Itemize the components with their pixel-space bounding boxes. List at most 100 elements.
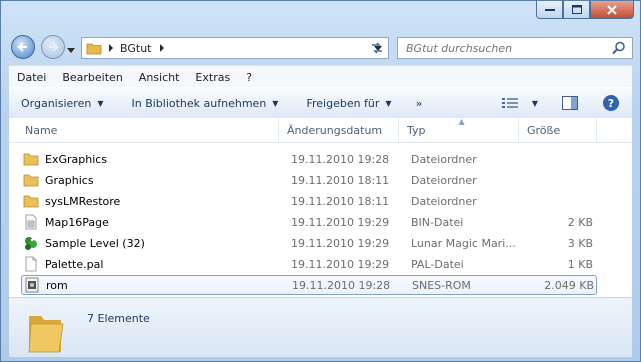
search-box[interactable] bbox=[397, 37, 633, 59]
file-size: 1 KB bbox=[567, 257, 593, 271]
menu-help[interactable]: ? bbox=[238, 71, 260, 84]
organize-label: Organisieren bbox=[21, 96, 92, 110]
file-date: 19.11.2010 19:28 bbox=[291, 152, 390, 166]
menu-file[interactable]: Datei bbox=[9, 71, 54, 84]
help-button[interactable]: ? bbox=[590, 94, 632, 112]
list-item[interactable]: ExGraphics 19.11.2010 19:28 Dateiordner bbox=[21, 149, 597, 169]
more-commands-button[interactable]: » bbox=[404, 97, 435, 110]
document-icon bbox=[25, 256, 37, 272]
caption-buttons bbox=[536, 1, 634, 19]
list-item[interactable]: Sample Level (32) 19.11.2010 19:29 Lunar… bbox=[21, 233, 597, 253]
column-date-label: Änderungsdatum bbox=[287, 123, 383, 137]
share-button[interactable]: Freigeben für ▼ bbox=[294, 97, 403, 110]
column-size[interactable]: Größe bbox=[519, 118, 597, 142]
folder-large-icon bbox=[28, 316, 64, 353]
search-input[interactable] bbox=[398, 40, 608, 56]
close-button[interactable] bbox=[590, 1, 634, 19]
address-bar-area: BGtut bbox=[9, 29, 633, 63]
list-item[interactable]: Map16Page 19.11.2010 19:29 BIN-Datei 2 K… bbox=[21, 212, 597, 232]
list-item[interactable]: Palette.pal 19.11.2010 19:29 PAL-Datei 1… bbox=[21, 254, 597, 274]
file-size: 2.049 KB bbox=[544, 278, 594, 292]
view-options-button[interactable]: ▼ bbox=[490, 97, 550, 109]
column-headers: Name Änderungsdatum ▲ Typ Größe bbox=[9, 117, 632, 143]
command-bar: Organisieren ▼ In Bibliothek aufnehmen ▼ F… bbox=[9, 87, 632, 119]
file-size: 3 KB bbox=[567, 236, 593, 250]
back-arrow-icon bbox=[17, 42, 27, 52]
search-icon[interactable] bbox=[612, 41, 626, 55]
column-date[interactable]: Änderungsdatum bbox=[279, 118, 399, 142]
file-type: Lunar Magic Mari... bbox=[411, 236, 516, 250]
file-name: Map16Page bbox=[45, 215, 109, 229]
details-pane: 7 Elemente bbox=[9, 297, 632, 357]
file-date: 19.11.2010 18:11 bbox=[291, 173, 390, 187]
chevron-down-icon: ▼ bbox=[385, 98, 392, 108]
file-type: BIN-Datei bbox=[411, 215, 464, 229]
breadcrumb-item[interactable]: BGtut bbox=[120, 42, 151, 55]
menu-edit[interactable]: Bearbeiten bbox=[54, 71, 130, 84]
file-date: 19.11.2010 18:11 bbox=[291, 194, 390, 208]
file-name: Graphics bbox=[45, 173, 94, 187]
file-type: Dateiordner bbox=[411, 194, 477, 208]
file-name: ExGraphics bbox=[45, 152, 108, 166]
forward-button[interactable] bbox=[41, 35, 65, 59]
folder-icon bbox=[23, 174, 39, 187]
file-type: PAL-Datei bbox=[411, 257, 464, 271]
refresh-button[interactable] bbox=[365, 38, 389, 58]
rom-file-icon bbox=[25, 277, 39, 293]
column-name-label: Name bbox=[25, 123, 58, 137]
address-field[interactable]: BGtut bbox=[81, 37, 389, 59]
folder-icon bbox=[86, 43, 102, 55]
chevron-down-icon: ▼ bbox=[97, 98, 104, 108]
preview-pane-button[interactable] bbox=[550, 96, 590, 110]
svg-text:?: ? bbox=[608, 97, 614, 110]
minimize-button[interactable] bbox=[536, 1, 563, 19]
file-name: rom bbox=[46, 278, 68, 292]
refresh-icon bbox=[372, 42, 382, 54]
maximize-icon bbox=[571, 5, 582, 14]
file-list: Name Änderungsdatum ▲ Typ Größe ExGraphic… bbox=[9, 117, 632, 297]
column-size-label: Größe bbox=[527, 123, 561, 137]
menu-view[interactable]: Ansicht bbox=[131, 71, 188, 84]
file-name: Palette.pal bbox=[45, 257, 104, 271]
list-item[interactable]: Graphics 19.11.2010 18:11 Dateiordner bbox=[21, 170, 597, 190]
details-view-icon bbox=[501, 98, 518, 108]
file-type: SNES-ROM bbox=[412, 278, 471, 292]
file-date: 19.11.2010 19:29 bbox=[291, 236, 390, 250]
file-name: Sample Level (32) bbox=[45, 236, 145, 250]
recent-pages-dropdown[interactable] bbox=[67, 43, 75, 56]
sort-ascending-icon: ▲ bbox=[458, 117, 465, 126]
column-type-label: Typ bbox=[407, 123, 426, 137]
minimize-icon bbox=[544, 8, 555, 11]
menu-bar: Datei Bearbeiten Ansicht Extras ? bbox=[9, 65, 632, 88]
column-type[interactable]: ▲ Typ bbox=[399, 117, 519, 142]
chevron-down-icon: ▼ bbox=[272, 98, 279, 108]
help-icon: ? bbox=[603, 95, 619, 111]
more-commands-label: » bbox=[415, 96, 423, 110]
back-button[interactable] bbox=[11, 35, 35, 59]
list-item-selected[interactable]: rom 19.11.2010 19:28 SNES-ROM 2.049 KB bbox=[21, 275, 597, 295]
file-type: Dateiordner bbox=[411, 152, 477, 166]
explorer-window: BGtut Datei Bearbeiten Ansicht Extras ? … bbox=[0, 0, 641, 362]
file-date: 19.11.2010 19:29 bbox=[291, 257, 390, 271]
forward-arrow-icon bbox=[49, 42, 59, 52]
item-count: 7 Elemente bbox=[87, 312, 150, 325]
organize-button[interactable]: Organisieren ▼ bbox=[9, 97, 115, 110]
file-date: 19.11.2010 19:29 bbox=[291, 215, 390, 229]
folder-icon bbox=[23, 153, 39, 166]
file-type: Dateiordner bbox=[411, 173, 477, 187]
include-library-button[interactable]: In Bibliothek aufnehmen ▼ bbox=[119, 97, 290, 110]
breadcrumb-separator-icon bbox=[109, 44, 113, 52]
list-item[interactable]: sysLMRestore 19.11.2010 18:11 Dateiordne… bbox=[21, 191, 597, 211]
bin-file-icon bbox=[25, 214, 37, 230]
breadcrumb-separator-icon[interactable] bbox=[159, 44, 165, 52]
file-date: 19.11.2010 19:28 bbox=[292, 278, 391, 292]
chevron-down-icon bbox=[67, 48, 75, 53]
preview-pane-icon bbox=[562, 96, 578, 110]
file-size bbox=[523, 191, 595, 211]
column-name[interactable]: Name bbox=[9, 118, 279, 142]
file-size: 2 KB bbox=[567, 215, 593, 229]
chevron-down-icon: ▼ bbox=[531, 98, 538, 108]
maximize-button[interactable] bbox=[563, 1, 590, 19]
menu-tools[interactable]: Extras bbox=[187, 71, 238, 84]
file-size bbox=[523, 149, 595, 169]
